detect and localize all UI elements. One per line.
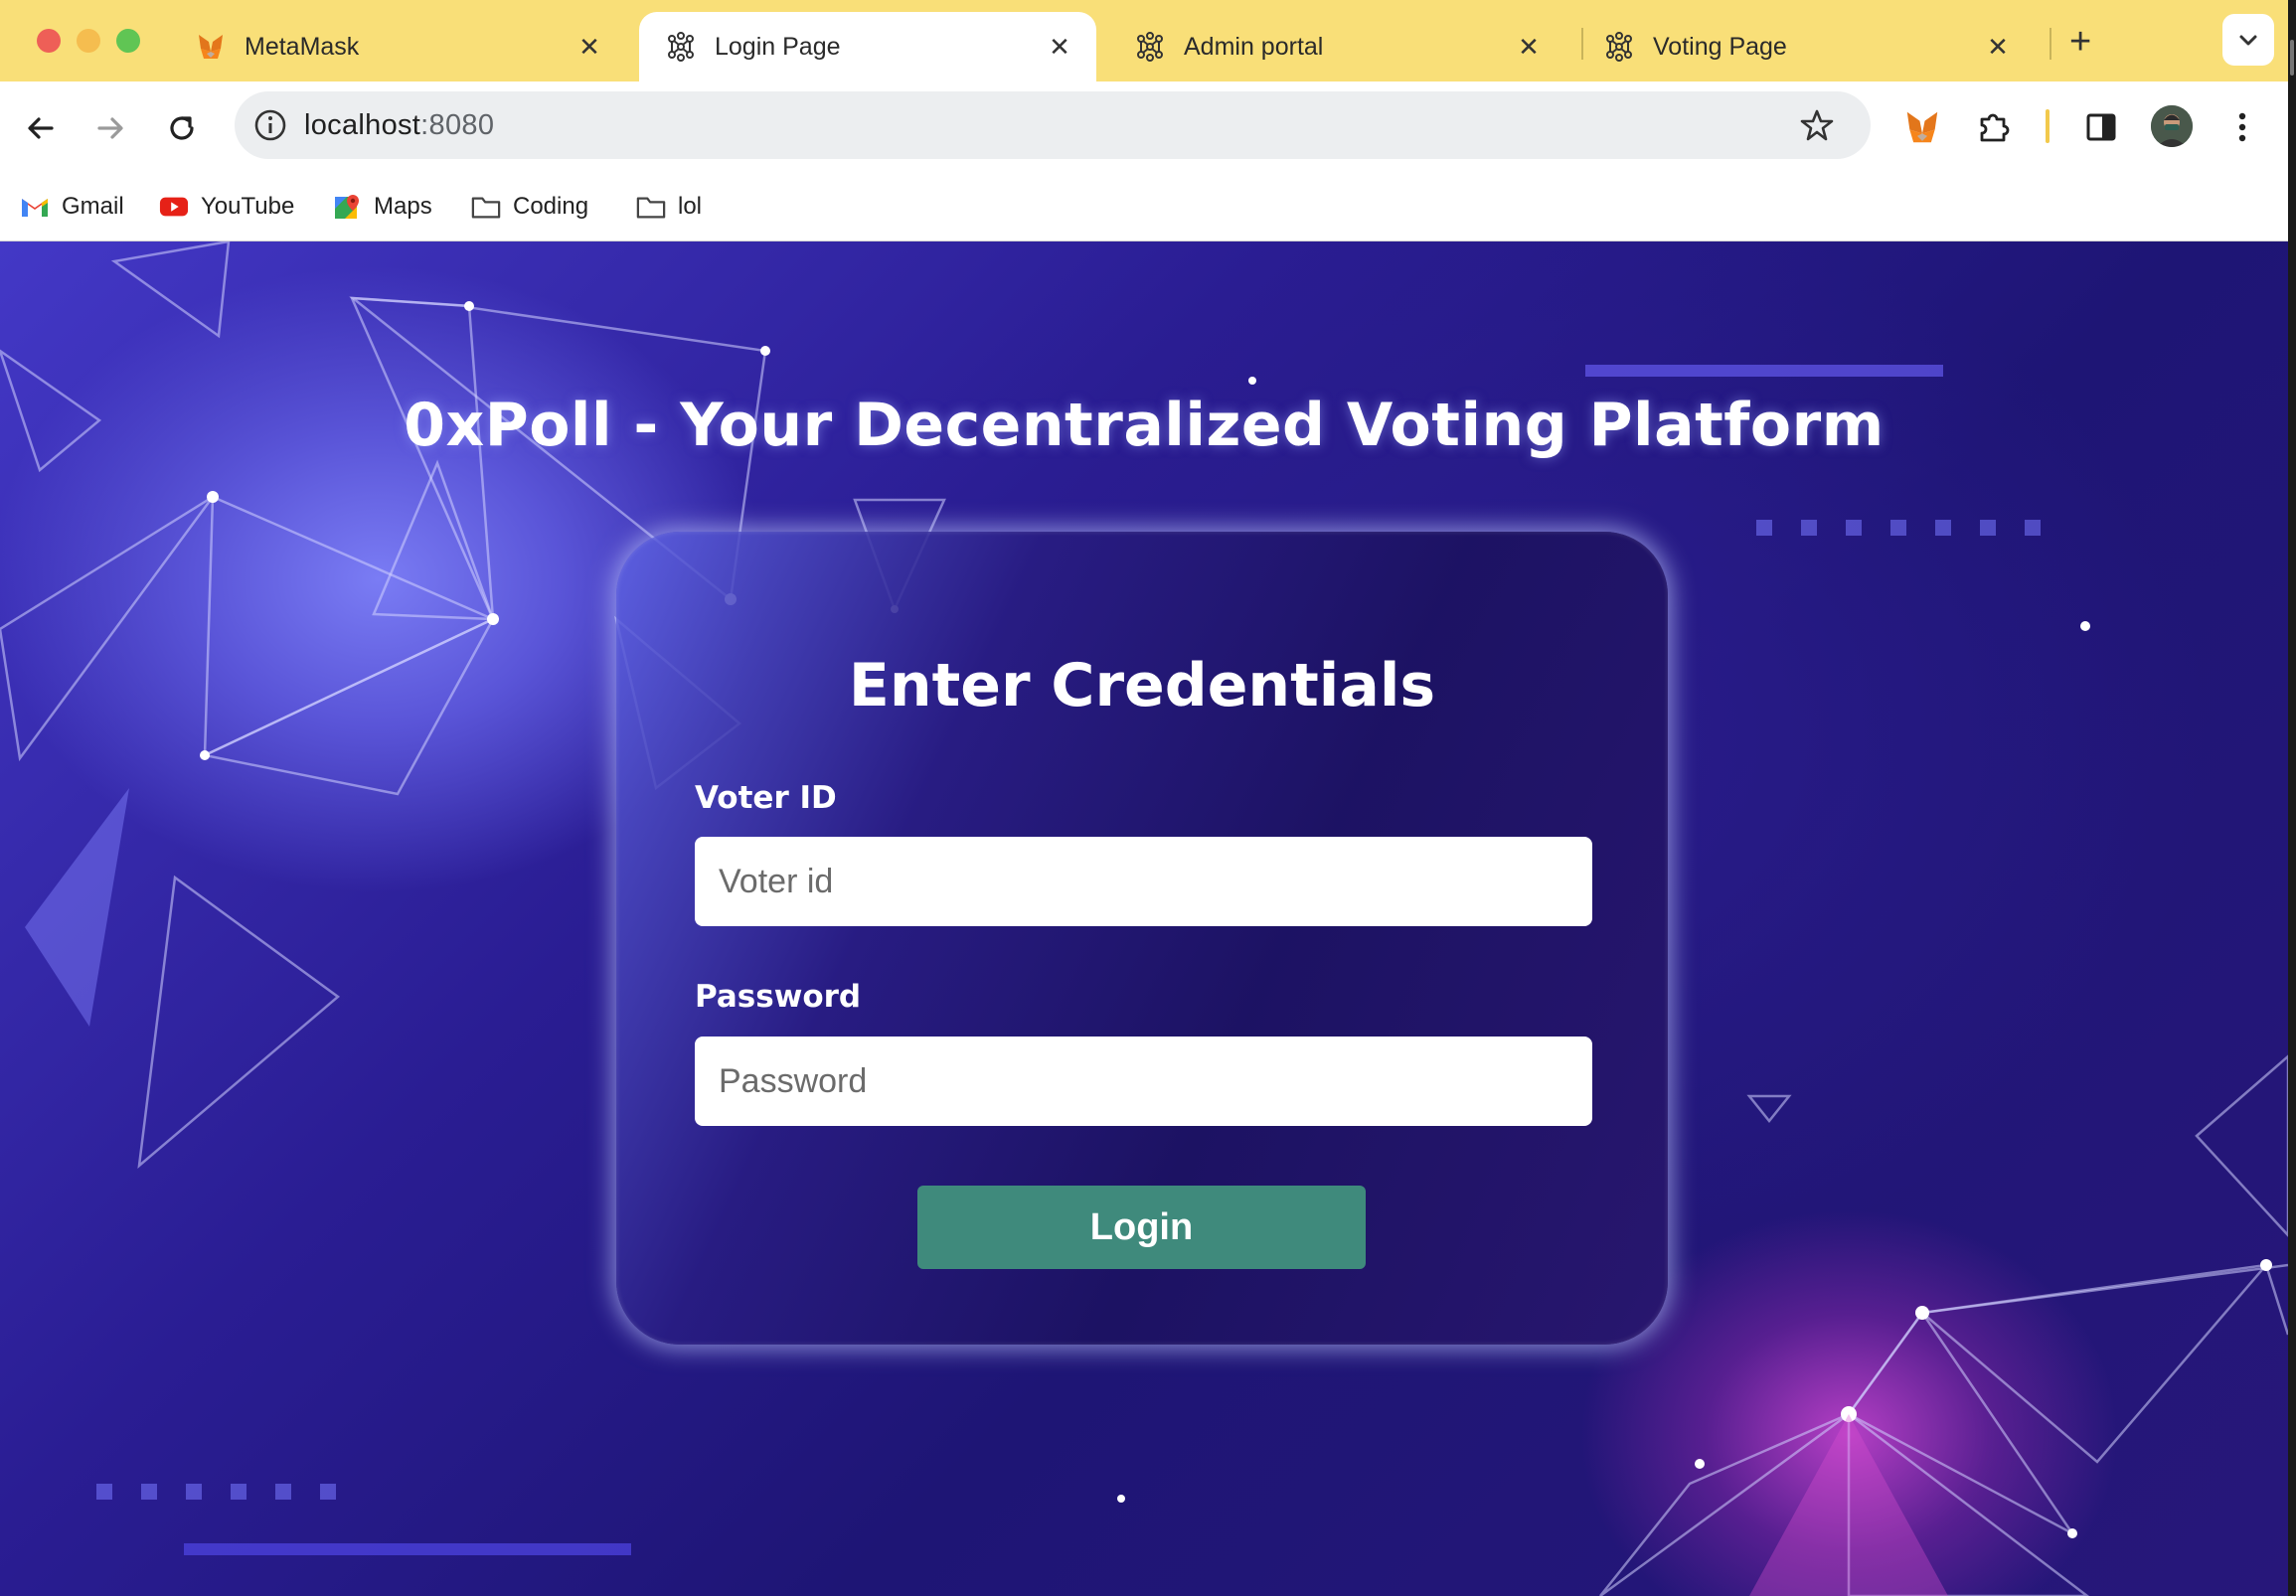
close-tab-icon[interactable]: ✕ — [1983, 32, 2013, 63]
side-panel-icon — [2086, 113, 2116, 141]
avatar-icon — [2151, 105, 2193, 147]
new-tab-button[interactable]: + — [2069, 18, 2091, 66]
bookmark-youtube[interactable]: YouTube — [159, 187, 294, 227]
metamask-fox-icon — [1906, 111, 1938, 143]
close-tab-icon[interactable]: ✕ — [1045, 32, 1074, 63]
bookmark-folder-coding[interactable]: Coding — [471, 187, 588, 227]
reload-icon — [170, 116, 194, 140]
address-bar[interactable]: localhost:8080 — [235, 91, 1871, 159]
metamask-fox-icon — [195, 31, 227, 63]
address-url: localhost:8080 — [304, 108, 495, 141]
form-title: Enter Credentials — [848, 651, 1436, 720]
toolbar-separator — [2046, 109, 2050, 143]
close-window-button[interactable] — [37, 29, 61, 53]
password-input[interactable] — [695, 1037, 1592, 1126]
bookmark-maps[interactable]: Maps — [332, 187, 432, 227]
window-edge — [2288, 0, 2296, 1596]
tab-admin-portal[interactable]: Admin portal ✕ — [1108, 12, 1565, 81]
bookmark-gmail[interactable]: Gmail — [20, 187, 124, 227]
minimize-window-button[interactable] — [77, 29, 100, 53]
metamask-extension-button[interactable] — [1898, 103, 1946, 151]
network-icon — [665, 31, 697, 63]
site-info-icon[interactable] — [252, 107, 288, 143]
browser-menu-button[interactable] — [2218, 103, 2266, 151]
tab-title: Admin portal — [1184, 32, 1324, 61]
forward-button[interactable] — [85, 103, 135, 153]
voter-id-input[interactable] — [695, 837, 1592, 926]
profile-avatar[interactable] — [2151, 105, 2193, 147]
tab-login-page[interactable]: Login Page ✕ — [639, 12, 1096, 81]
chevron-down-icon — [2239, 35, 2257, 46]
tab-title: Login Page — [715, 32, 841, 61]
bookmark-star-icon[interactable] — [1799, 107, 1835, 143]
password-label: Password — [695, 979, 862, 1015]
folder-icon — [636, 192, 666, 222]
tab-search-button[interactable] — [2222, 14, 2274, 66]
page-headline: 0xPoll - Your Decentralized Voting Platf… — [404, 391, 1885, 460]
browser-toolbar: localhost:8080 — [0, 81, 2288, 175]
page-viewport: 0xPoll - Your Decentralized Voting Platf… — [0, 241, 2288, 1596]
voter-id-label: Voter ID — [695, 780, 837, 816]
more-vert-icon — [2238, 112, 2246, 142]
tab-separator — [2050, 28, 2051, 60]
tab-metamask[interactable]: MetaMask ✕ — [169, 12, 626, 81]
extensions-button[interactable] — [1970, 103, 2018, 151]
puzzle-piece-icon — [1980, 113, 2010, 142]
forward-arrow-icon — [97, 117, 123, 139]
login-card: Enter Credentials Voter ID Password Logi… — [616, 532, 1668, 1345]
tab-title: Voting Page — [1653, 32, 1787, 61]
back-arrow-icon — [28, 117, 54, 139]
youtube-icon — [159, 192, 189, 222]
tab-strip: MetaMask ✕ Login Page ✕ Admin portal ✕ V… — [0, 0, 2296, 81]
back-button[interactable] — [16, 103, 66, 153]
tab-voting-page[interactable]: Voting Page ✕ — [1577, 12, 2035, 81]
login-button[interactable]: Login — [917, 1186, 1366, 1269]
network-icon — [1134, 31, 1166, 63]
folder-icon — [471, 192, 501, 222]
reload-button[interactable] — [157, 103, 207, 153]
bookmark-folder-lol[interactable]: lol — [636, 187, 702, 227]
close-tab-icon[interactable]: ✕ — [1514, 32, 1544, 63]
close-tab-icon[interactable]: ✕ — [574, 32, 604, 63]
gmail-icon — [20, 192, 50, 222]
maximize-window-button[interactable] — [116, 29, 140, 53]
maps-icon — [332, 192, 362, 222]
resize-grip[interactable] — [2290, 40, 2294, 76]
bookmarks-bar: Gmail YouTube Maps Coding lol — [0, 175, 2288, 241]
network-icon — [1603, 31, 1635, 63]
tab-title: MetaMask — [245, 32, 360, 61]
side-panel-button[interactable] — [2077, 103, 2125, 151]
